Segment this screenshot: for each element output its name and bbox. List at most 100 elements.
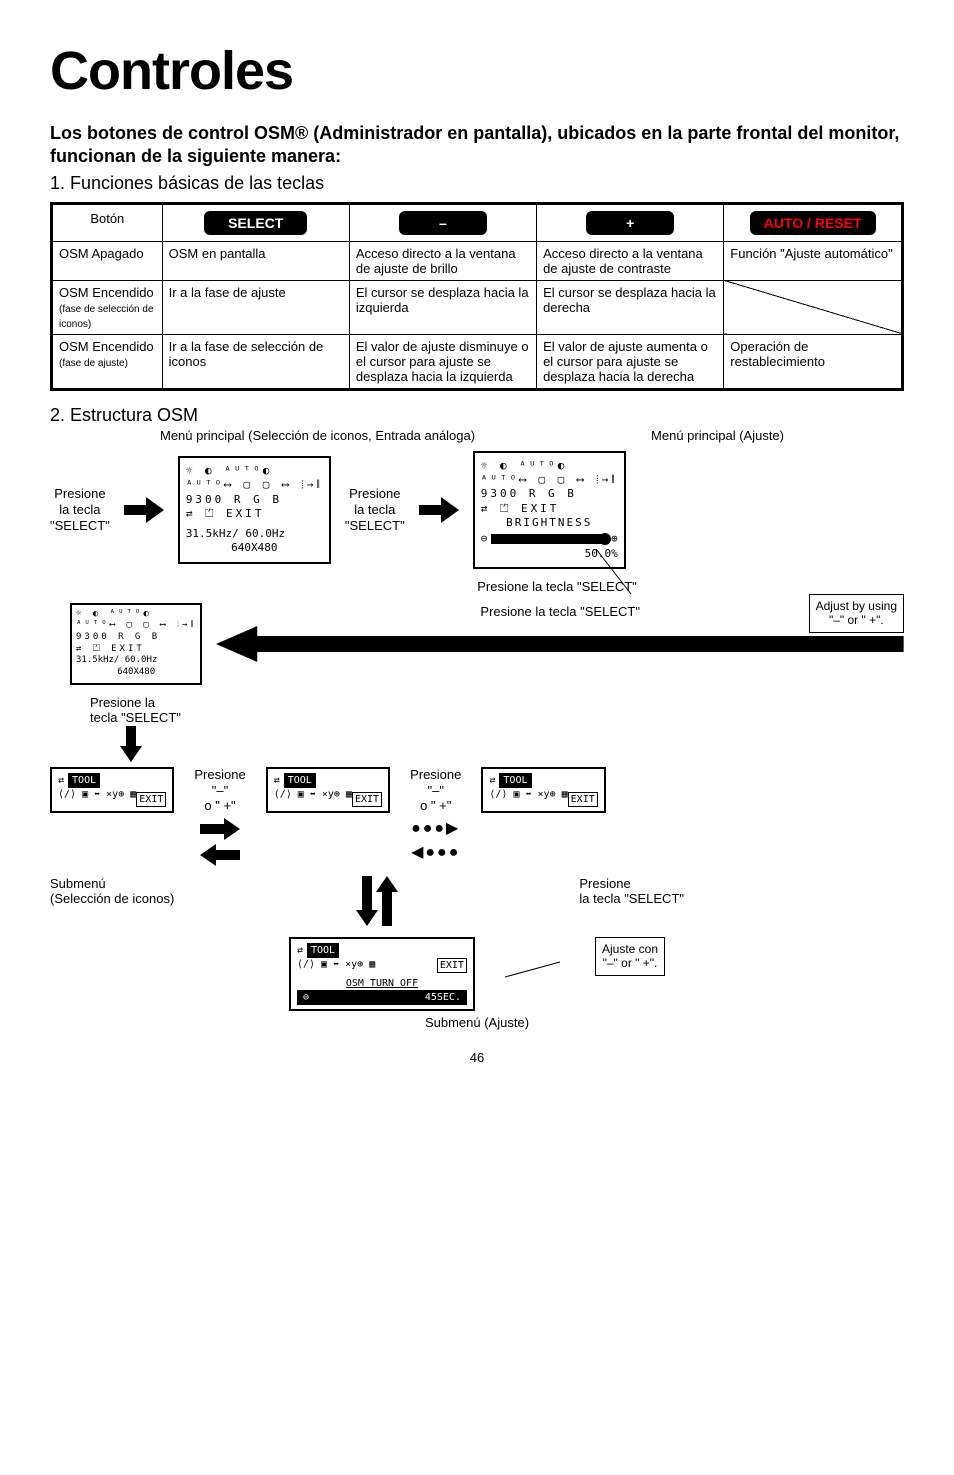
t: Presione: [579, 876, 630, 891]
cell: Acceso directo a la ventana de ajuste de…: [537, 241, 724, 280]
press-select-label: Presione la tecla "SELECT": [50, 486, 110, 533]
cell-text: OSM Encendido: [59, 339, 154, 354]
press-minus-label: Presione "–" o " +": [194, 767, 245, 814]
menu-principal-left: Menú principal (Selección de iconos, Ent…: [160, 428, 475, 443]
osm-turn-off: OSM TURN OFF: [297, 977, 467, 990]
table-row: OSM Encendido (fase de ajuste) Ir a la f…: [52, 334, 903, 389]
submenu-sel-label: Submenú (Selección de iconos): [50, 876, 174, 931]
page-number: 46: [50, 1050, 904, 1065]
submenu-ajuste-window: ⇄TOOL ⟨∕⟩ ▣ ⬌ ×y⊕ ▦ EXIT OSM TURN OFF ⊖4…: [289, 937, 475, 1011]
t: "SELECT": [345, 518, 405, 533]
btn-plus: +: [586, 211, 674, 235]
btn-minus: –: [399, 211, 487, 235]
t: la tecla: [354, 502, 395, 517]
osm-window-small: ☼ ◐ ᴬᵁᵀᴼ◐ ᴬᵁᵀᴼ⟷ ▢ ▢ ⟷ ⦙→∥ 9300 R G B ⇄ ⏍…: [70, 603, 202, 685]
tool-icons: ⟨∕⟩ ▣ ⬌ ×y⊕ ▦: [58, 789, 136, 800]
t: tecla "SELECT": [90, 710, 181, 725]
callout-line: [546, 549, 636, 599]
cell: Acceso directo a la ventana de ajuste de…: [349, 241, 536, 280]
osm-res: 640X480: [186, 541, 323, 555]
cell-diagonal: [724, 280, 903, 334]
th-boton: Botón: [90, 211, 124, 226]
section2-title: 2. Estructura OSM: [50, 405, 904, 426]
arrow-up-down-icon: [352, 876, 402, 926]
tool-icons: ⟨∕⟩ ▣ ⬌ ×y⊕ ▦: [297, 959, 375, 970]
cell: El valor de ajuste aumenta o el cursor p…: [537, 334, 724, 389]
osm-icon-row: ☼ ◐ ᴬᵁᵀᴼ◐: [186, 464, 323, 478]
brightness-label: BRIGHTNESS: [481, 516, 618, 530]
cell-subtext: (fase de selección de iconos): [59, 304, 154, 330]
arrow-right-icon: [124, 497, 164, 523]
exit-label: EXIT: [352, 792, 382, 807]
press-select-tecla: Presione la tecla "SELECT": [90, 695, 904, 726]
osm-window-icons: ☼ ◐ ᴬᵁᵀᴼ◐ ᴬᵁᵀᴼ⟷ ▢ ▢ ⟷ ⦙→∥ 9300 R G B ⇄ ⏍…: [178, 456, 331, 564]
t: Submenú: [50, 876, 106, 891]
press-select-label: Presione la tecla "SELECT": [345, 486, 405, 533]
intro-heading: Los botones de control OSM® (Administrad…: [50, 122, 904, 169]
t: o " +": [204, 798, 235, 813]
intro-sub: 1. Funciones básicas de las teclas: [50, 173, 904, 194]
osm-icon-row: 9300 R G B: [186, 493, 323, 507]
cell-subtext: (fase de ajuste): [59, 358, 128, 369]
cell: OSM Encendido (fase de ajuste): [52, 334, 163, 389]
osm-icon-row: ☼ ◐ ᴬᵁᵀᴼ◐: [481, 459, 618, 473]
t: Presione la: [90, 695, 155, 710]
tool-header: TOOL: [284, 773, 316, 788]
osm-icon-row: 9300 R G B: [76, 632, 196, 644]
osm-icon-row: ᴬᵁᵀᴼ⟷ ▢ ▢ ⟷ ⦙→∥: [481, 473, 618, 487]
table-row: OSM Apagado OSM en pantalla Acceso direc…: [52, 241, 903, 280]
cell: Operación de restablecimiento: [724, 334, 903, 389]
cell: OSM Encendido (fase de selección de icon…: [52, 280, 163, 334]
t: "–": [427, 783, 443, 798]
ajuste-callout: Ajuste con "–" or " +".: [595, 937, 665, 976]
osm-icon-row: ᴬᵁᵀᴼ⟷ ▢ ▢ ⟷ ⦙→∥: [186, 478, 323, 492]
cell-text: OSM Encendido: [59, 285, 154, 300]
osm-icon-row: ⇄ ⏍ EXIT: [76, 644, 196, 656]
cell-osm-off: OSM Apagado: [52, 241, 163, 280]
cell: Ir a la fase de selección de iconos: [162, 334, 349, 389]
cell: Función "Ajuste automático": [724, 241, 903, 280]
cell: El cursor se desplaza hacia la izquierda: [349, 280, 536, 334]
dots-left: ◀●●●: [411, 842, 460, 862]
t: Ajuste con: [602, 942, 658, 956]
press-select-inline: Presione Presione la tecla "SELECT" la t…: [579, 876, 684, 931]
exit-label: EXIT: [568, 792, 598, 807]
tool-window: ⇄TOOL ⟨∕⟩ ▣ ⬌ ×y⊕ ▦ EXIT: [50, 767, 174, 813]
osm-freq: 31.5kHz/ 60.0Hz: [186, 527, 323, 541]
tool-window: ⇄TOOL ⟨∕⟩ ▣ ⬌ ×y⊕ ▦ EXIT: [266, 767, 390, 813]
btn-select: SELECT: [204, 211, 307, 235]
exit-label: EXIT: [437, 958, 467, 973]
cell: El valor de ajuste disminuye o el cursor…: [349, 334, 536, 389]
osm-icon-row: ⇄ ⏍ EXIT: [186, 507, 323, 521]
submenu-ajuste-label: Submenú (Ajuste): [50, 1015, 904, 1030]
t: Presione: [349, 486, 400, 501]
tool-window: ⇄TOOL ⟨∕⟩ ▣ ⬌ ×y⊕ ▦ EXIT: [481, 767, 605, 813]
page-title: Controles: [50, 40, 904, 102]
t: o " +": [420, 798, 451, 813]
cell: El cursor se desplaza hacia la derecha: [537, 280, 724, 334]
arrow-down-icon: [120, 726, 904, 767]
timer-bar: ⊖45SEC.: [297, 990, 467, 1005]
press-select-center: Presione la tecla "SELECT": [216, 604, 904, 619]
osm-icon-row: ☼ ◐ ᴬᵁᵀᴼ◐: [76, 609, 196, 621]
t: Presione: [410, 767, 461, 782]
t: "–": [212, 783, 228, 798]
t: la tecla: [59, 502, 100, 517]
osm-res: 640X480: [76, 667, 196, 679]
btn-auto-reset: AUTO / RESET: [750, 211, 876, 235]
tool-icons: ⟨∕⟩ ▣ ⬌ ×y⊕ ▦: [489, 789, 567, 800]
exit-label: EXIT: [136, 792, 166, 807]
tool-header: TOOL: [499, 773, 531, 788]
t: Presione: [54, 486, 105, 501]
osm-icon-row: 9300 R G B: [481, 487, 618, 501]
cell: OSM en pantalla: [162, 241, 349, 280]
osm-icon-row: ᴬᵁᵀᴼ⟷ ▢ ▢ ⟷ ⦙→∥: [76, 620, 196, 632]
press-plus-label: Presione "–" o " +": [410, 767, 461, 814]
t: Presione: [194, 767, 245, 782]
brightness-bar: ⊖⊕: [481, 532, 618, 546]
menu-principal-right: Menú principal (Ajuste): [651, 428, 784, 443]
controls-table: Botón SELECT – + AUTO / RESET OSM Apagad…: [50, 202, 904, 391]
timer-sec: 45SEC.: [425, 991, 461, 1004]
dots-right: ●●●▶: [411, 818, 460, 838]
arrow-left-icon: [200, 844, 240, 866]
